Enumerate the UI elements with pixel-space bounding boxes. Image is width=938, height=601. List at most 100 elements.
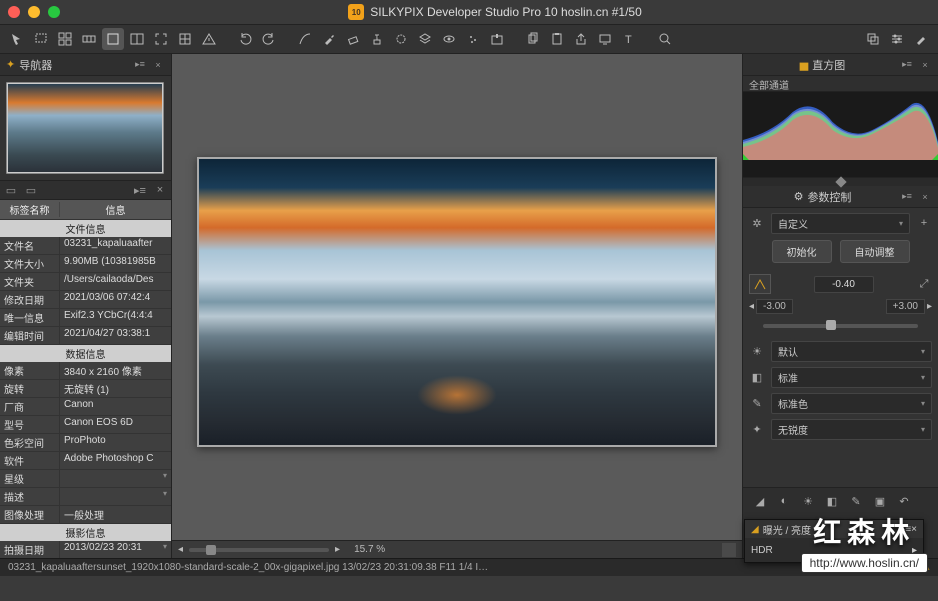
meta-key: 文件夹 (0, 273, 60, 290)
zoom-arrow-left-icon[interactable]: ◂ (178, 544, 183, 555)
zoom-arrow-right-icon[interactable]: ▸ (335, 544, 340, 555)
reset-exposure-icon[interactable]: ⤢ (916, 276, 932, 292)
panel-menu-icon[interactable]: ▸≡ (133, 58, 147, 72)
color-icon: ✎ (749, 395, 765, 411)
view-split-icon[interactable] (126, 28, 148, 50)
add-preset-icon[interactable]: + (916, 215, 932, 231)
exposure-floating-panel[interactable]: ◢ 曝光 / 亮度 ▸≡ × HDR ▸ (744, 519, 924, 563)
sharpness-select[interactable]: 无锐度▾ (771, 419, 932, 440)
view-grid-icon[interactable] (54, 28, 76, 50)
meta-key: 型号 (0, 416, 60, 433)
palette-tone-icon[interactable]: ◧ (823, 492, 841, 510)
palette-exposure-icon[interactable]: ◢ (751, 492, 769, 510)
zoom-slider[interactable] (189, 548, 329, 552)
share-icon[interactable] (570, 28, 592, 50)
auto-adjust-button[interactable]: 自动调整 (840, 240, 910, 263)
palette-contrast-icon[interactable]: ◐ (775, 492, 793, 510)
meta-val: Canon EOS 6D (60, 416, 171, 433)
panel-close-icon[interactable]: × (151, 58, 165, 72)
dust-icon[interactable] (462, 28, 484, 50)
meta-key: 编辑时间 (0, 327, 60, 344)
status-warning-icon[interactable]: ⚠ (921, 562, 930, 573)
range-left-icon[interactable]: ◂ (749, 301, 754, 312)
window-close[interactable] (8, 6, 20, 18)
window-minimize[interactable] (28, 6, 40, 18)
exposure-slider[interactable] (763, 324, 918, 328)
export-icon[interactable] (486, 28, 508, 50)
color-select[interactable]: 标准色▾ (771, 393, 932, 414)
navigator-title: 导航器 (19, 57, 52, 73)
param-close-icon[interactable]: × (918, 190, 932, 204)
param-header: ⚙ 参数控制 ▸≡ × (743, 186, 938, 208)
histogram-marker-track[interactable] (743, 178, 938, 186)
monitor-icon[interactable] (594, 28, 616, 50)
meta-val: 2021/04/27 03:38:1 (60, 327, 171, 344)
preset-select[interactable]: 自定义▾ (771, 213, 910, 234)
image-preview[interactable] (197, 157, 717, 447)
text-icon[interactable]: T (618, 28, 640, 50)
wb-select[interactable]: 默认▾ (771, 341, 932, 362)
view-single-icon[interactable] (102, 28, 124, 50)
brush-icon[interactable] (318, 28, 340, 50)
folder-tab-icon[interactable]: ▭ (24, 183, 38, 197)
exposure-panel-menu-icon[interactable]: ▸≡ (900, 524, 911, 535)
windows-icon[interactable] (862, 28, 884, 50)
info-tab-icon[interactable]: ▭ (4, 183, 18, 197)
palette-color-icon[interactable]: ✎ (847, 492, 865, 510)
navigator-thumbnail[interactable] (6, 82, 164, 174)
hdr-arrow-icon[interactable]: ▸ (912, 545, 917, 556)
exposure-panel-title: 曝光 / 亮度 (763, 522, 811, 537)
view-filmstrip-icon[interactable] (78, 28, 100, 50)
gear-icon: ✲ (749, 215, 765, 231)
meta-key: 厂商 (0, 398, 60, 415)
tone-select[interactable]: 标准▾ (771, 367, 932, 388)
zoom-tool-icon[interactable] (654, 28, 676, 50)
tool-pointer-icon[interactable] (6, 28, 28, 50)
shoot-date-select[interactable]: 2013/02/23 20:31 (60, 541, 171, 558)
meta-key: 拍摄日期 (0, 541, 60, 558)
histogram-channel-label[interactable]: 全部通道 (743, 76, 938, 92)
range-min: -3.00 (756, 299, 793, 314)
palette-wb-icon[interactable]: ☀ (799, 492, 817, 510)
histogram-icon: ▅ (800, 58, 808, 71)
compass-icon: ✦ (6, 58, 15, 71)
rotate-ccw-icon[interactable] (234, 28, 256, 50)
redeye-icon[interactable] (438, 28, 460, 50)
status-text: 03231_kapaluaaftersunset_1920x1080-stand… (8, 562, 488, 573)
app-badge-icon: 10 (348, 4, 364, 20)
range-right-icon[interactable]: ▸ (927, 301, 932, 312)
sliders-icon[interactable] (886, 28, 908, 50)
tab-menu-icon[interactable]: ▸≡ (133, 183, 147, 197)
meta-val: 一般处理 (60, 506, 171, 523)
brush2-icon[interactable] (910, 28, 932, 50)
stamp-icon[interactable] (366, 28, 388, 50)
hist-menu-icon[interactable]: ▸≡ (900, 58, 914, 72)
tab-close-icon[interactable]: × (153, 183, 167, 197)
col-name-header: 标签名称 (0, 202, 60, 217)
layers-icon[interactable] (414, 28, 436, 50)
curve-icon[interactable] (294, 28, 316, 50)
exposure-panel-close-icon[interactable]: × (911, 524, 917, 535)
warning-icon[interactable] (198, 28, 220, 50)
description-select[interactable] (60, 488, 171, 505)
param-menu-icon[interactable]: ▸≡ (900, 190, 914, 204)
resize-handle-icon[interactable] (722, 543, 736, 557)
hist-close-icon[interactable]: × (918, 58, 932, 72)
eraser-icon[interactable] (342, 28, 364, 50)
tool-marquee-icon[interactable] (30, 28, 52, 50)
window-zoom[interactable] (48, 6, 60, 18)
copy-settings-icon[interactable] (522, 28, 544, 50)
init-button[interactable]: 初始化 (772, 240, 832, 263)
exposure-icon[interactable] (749, 274, 771, 294)
exposure-value-input[interactable]: -0.40 (814, 276, 874, 293)
meta-val: Adobe Photoshop C (60, 452, 171, 469)
view-fit-icon[interactable] (150, 28, 172, 50)
spot-icon[interactable] (390, 28, 412, 50)
view-grid2-icon[interactable] (174, 28, 196, 50)
main-toolbar: T (0, 24, 938, 54)
rating-select[interactable] (60, 470, 171, 487)
palette-crop-icon[interactable]: ▣ (871, 492, 889, 510)
rotate-cw-icon[interactable] (258, 28, 280, 50)
paste-settings-icon[interactable] (546, 28, 568, 50)
palette-undo-icon[interactable]: ↶ (895, 492, 913, 510)
